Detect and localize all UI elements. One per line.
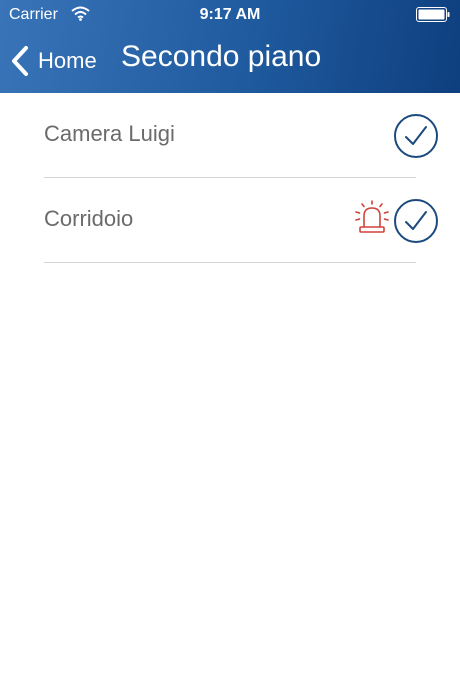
room-row-camera-luigi[interactable]: Camera Luigi xyxy=(0,93,460,178)
row-divider xyxy=(44,262,416,263)
room-name: Corridoio xyxy=(44,206,134,231)
status-time: 9:17 AM xyxy=(199,6,261,23)
status-bar: Carrier 9:17 AM xyxy=(0,0,460,30)
siren-icon xyxy=(355,200,389,233)
navigation-header: Carrier 9:17 AM Home Secondo piano xyxy=(0,0,460,93)
check-circle-icon[interactable] xyxy=(393,113,439,159)
battery-icon xyxy=(416,7,450,22)
check-circle-icon[interactable] xyxy=(393,198,439,244)
room-list: Camera Luigi Corridoio xyxy=(0,93,460,263)
back-button[interactable]: Home xyxy=(10,44,97,78)
room-name: Camera Luigi xyxy=(44,121,175,146)
page-title: Secondo piano xyxy=(121,40,322,73)
room-row-corridoio[interactable]: Corridoio xyxy=(0,178,460,263)
chevron-left-icon xyxy=(12,46,28,76)
back-button-label: Home xyxy=(38,48,97,73)
